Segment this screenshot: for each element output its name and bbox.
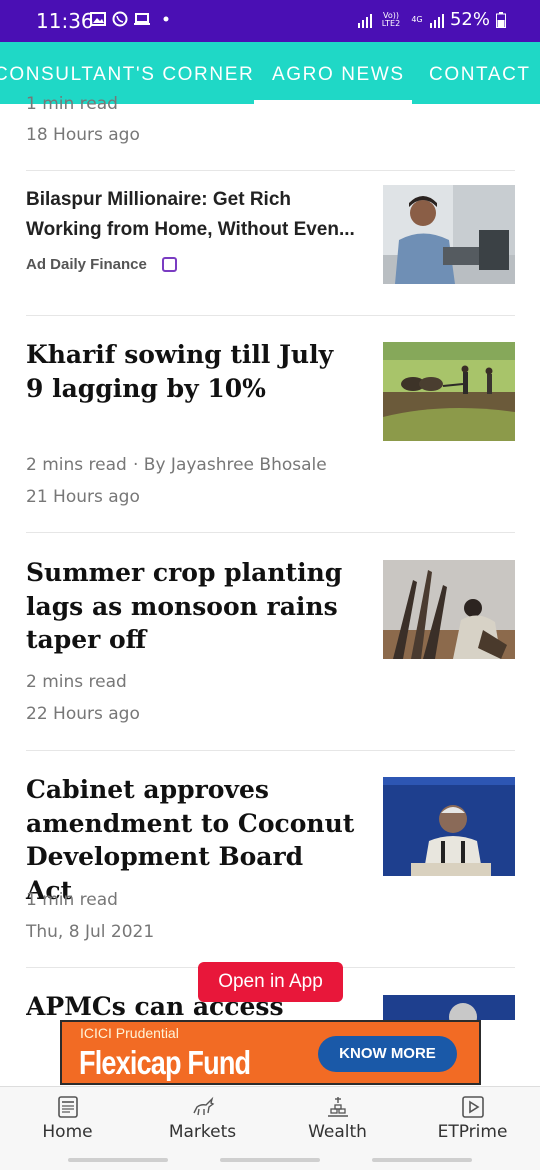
article-read-time: 2 mins read bbox=[26, 672, 127, 692]
gallery-icon bbox=[90, 12, 106, 26]
article-read-time: 1 min read bbox=[26, 890, 118, 910]
home-news-icon bbox=[57, 1096, 78, 1118]
divider bbox=[26, 315, 515, 316]
signal-icon bbox=[357, 13, 372, 28]
status-time: 11:36 bbox=[36, 9, 94, 33]
system-gesture-bar bbox=[0, 1148, 540, 1170]
ad-source: Ad Daily Finance bbox=[26, 256, 147, 273]
tab-agro-news[interactable]: AGRO NEWS bbox=[272, 64, 405, 86]
article-thumbnail[interactable] bbox=[383, 560, 515, 659]
article-time-ago: 22 Hours ago bbox=[26, 704, 140, 724]
bottom-nav-label: Markets bbox=[168, 1122, 237, 1142]
article-headline[interactable]: Cabinet approves amendment to Coconut De… bbox=[26, 773, 356, 907]
article-headline[interactable]: Kharif sowing till July 9 lagging by 10% bbox=[26, 338, 346, 405]
active-tab-indicator bbox=[254, 100, 412, 104]
banner-brand: ICICI Prudential bbox=[80, 1025, 179, 1041]
back-gesture[interactable] bbox=[372, 1158, 472, 1162]
divider bbox=[26, 532, 515, 533]
dot-icon bbox=[163, 16, 169, 22]
bottom-nav-label: ETPrime bbox=[437, 1122, 508, 1142]
article-headline[interactable]: Summer crop planting lags as monsoon rai… bbox=[26, 556, 346, 657]
open-in-app-button[interactable]: Open in App bbox=[198, 962, 343, 1002]
signal-icon-2 bbox=[429, 13, 444, 28]
bottom-nav-markets[interactable]: Markets bbox=[135, 1087, 270, 1149]
laptop-icon bbox=[134, 13, 150, 25]
article-read-time: 2 mins read bbox=[26, 455, 127, 475]
bottom-nav-label: Home bbox=[42, 1122, 93, 1142]
4g-label: 4G bbox=[411, 14, 423, 24]
article-time-ago: 21 Hours ago bbox=[26, 487, 140, 507]
battery-percent: 52% bbox=[449, 9, 490, 30]
bottom-nav-wealth[interactable]: Wealth bbox=[270, 1087, 405, 1149]
article-thumbnail[interactable] bbox=[383, 342, 515, 441]
bottom-nav-etprime[interactable]: ETPrime bbox=[405, 1087, 540, 1149]
bottom-nav: Home Markets Wealth ETPrime bbox=[0, 1086, 540, 1148]
ad-title[interactable]: Bilaspur Millionaire: Get Rich Working f… bbox=[26, 185, 366, 245]
divider bbox=[26, 170, 515, 171]
volte-label: Vo)) LTE2 bbox=[381, 10, 401, 28]
partial-read-time: 1 min read bbox=[26, 94, 118, 114]
know-more-button[interactable]: KNOW MORE bbox=[318, 1036, 457, 1072]
play-icon bbox=[461, 1096, 484, 1118]
bottom-nav-home[interactable]: Home bbox=[0, 1087, 135, 1149]
home-gesture[interactable] bbox=[220, 1158, 320, 1162]
status-right: Vo)) LTE2 4G 52% bbox=[357, 9, 506, 30]
whatsapp-icon bbox=[112, 11, 128, 27]
article-author: · By Jayashree Bhosale bbox=[133, 455, 327, 475]
article-thumbnail[interactable] bbox=[383, 777, 515, 876]
recent-apps-gesture[interactable] bbox=[68, 1158, 168, 1162]
divider bbox=[26, 750, 515, 751]
tab-consultants-corner[interactable]: CONSULTANT'S CORNER bbox=[0, 64, 254, 86]
status-notification-icons bbox=[90, 11, 172, 27]
bottom-nav-label: Wealth bbox=[308, 1122, 367, 1142]
gold-stack-icon bbox=[327, 1097, 348, 1117]
partial-time-ago: 18 Hours ago bbox=[26, 125, 140, 145]
ad-choices-icon[interactable] bbox=[162, 257, 177, 272]
bull-icon bbox=[192, 1096, 214, 1116]
article-thumbnail[interactable] bbox=[383, 995, 515, 1020]
article-time-ago: Thu, 8 Jul 2021 bbox=[26, 922, 155, 942]
ad-thumbnail[interactable] bbox=[383, 185, 515, 284]
status-bar: 11:36 Vo)) LTE2 4G 52% bbox=[0, 0, 540, 42]
tab-contact[interactable]: CONTACT bbox=[429, 64, 531, 86]
banner-product: Flexicap Fund bbox=[79, 1044, 251, 1081]
banner-ad[interactable]: ICICI Prudential Flexicap Fund KNOW MORE bbox=[60, 1020, 481, 1085]
battery-icon bbox=[496, 11, 506, 28]
